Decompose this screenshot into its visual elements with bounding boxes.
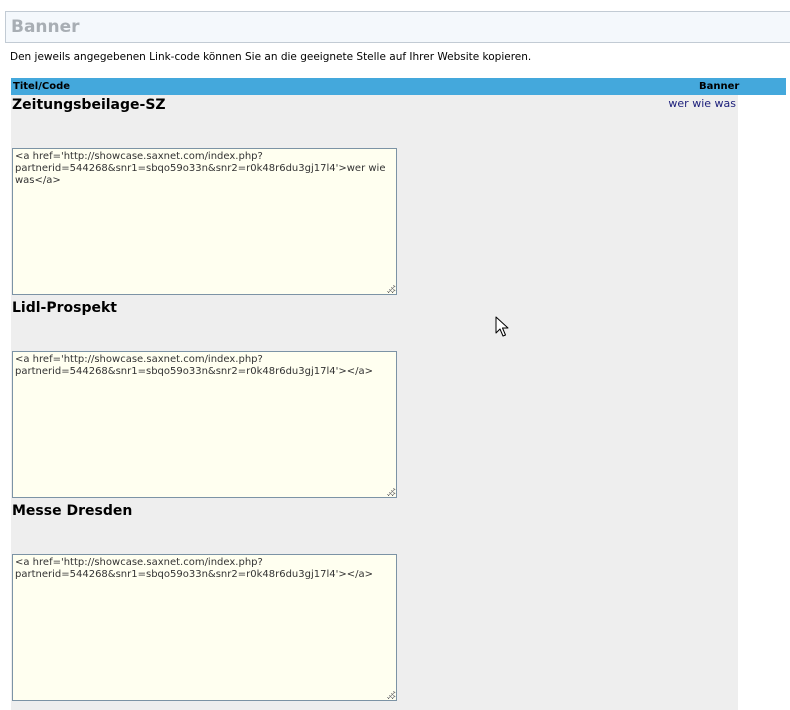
row-title: Zeitungsbeilage-SZ: [12, 97, 166, 113]
banner-table: Zeitungsbeilage-SZ wer wie was <a href='…: [11, 95, 738, 710]
mouse-pointer-icon: [495, 316, 509, 337]
table-header: Titel/Code Banner: [11, 78, 786, 95]
banner-link[interactable]: wer wie was: [668, 97, 736, 110]
link-code-textarea[interactable]: <a href='http://showcase.saxnet.com/inde…: [12, 351, 397, 498]
link-code-textarea[interactable]: <a href='http://showcase.saxnet.com/inde…: [12, 148, 397, 295]
link-code-textarea[interactable]: <a href='http://showcase.saxnet.com/inde…: [12, 554, 397, 701]
page-heading-bar: Banner: [5, 11, 790, 43]
row-title: Messe Dresden: [12, 503, 133, 519]
table-row: Messe Dresden <a href='http://showcase.s…: [11, 501, 738, 704]
column-header-title-code: Titel/Code: [13, 81, 71, 92]
column-header-banner: Banner: [699, 81, 740, 92]
table-row: Zeitungsbeilage-SZ wer wie was <a href='…: [11, 95, 738, 298]
page-title: Banner: [11, 17, 80, 37]
intro-text: Den jeweils angegebenen Link-code können…: [10, 51, 532, 63]
table-row: Lidl-Prospekt <a href='http://showcase.s…: [11, 298, 738, 501]
row-title: Lidl-Prospekt: [12, 300, 117, 316]
